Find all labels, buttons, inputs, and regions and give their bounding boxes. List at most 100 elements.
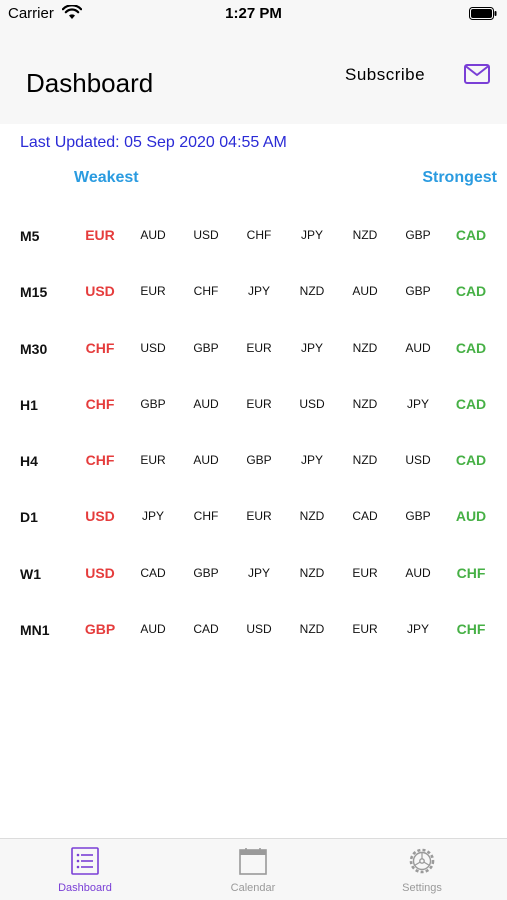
currency-cell: AUD	[405, 565, 431, 580]
status-bar: Carrier 1:27 PM	[0, 0, 507, 26]
currency-cell: GBP	[193, 565, 219, 580]
currency-cell: AUD	[193, 453, 219, 468]
currency-cell: GBP	[405, 284, 431, 299]
currency-cell: GBP	[193, 340, 219, 355]
strongest-currency: CAD	[455, 283, 487, 300]
weakest-currency: CHF	[85, 395, 115, 412]
table-row: H1 CHF GBP AUD EUR USD NZD JPY CAD	[0, 378, 507, 434]
tab-settings[interactable]: Settings	[362, 839, 482, 900]
currency-cell: NZD	[299, 284, 325, 299]
currency-cell: JPY	[406, 622, 429, 637]
table-row: M30 CHF USD GBP EUR JPY NZD AUD CAD	[0, 322, 507, 378]
tab-label: Calendar	[230, 882, 276, 894]
strongest-currency: AUD	[455, 508, 487, 525]
currency-cell: EUR	[246, 396, 272, 411]
status-time: 1:27 PM	[225, 5, 282, 22]
last-updated-label: Last Updated: 05 Sep 2020 04:55 AM	[20, 134, 287, 151]
strongest-currency: CAD	[455, 339, 487, 356]
strongest-currency: CHF	[456, 564, 486, 581]
currency-cell: AUD	[352, 284, 378, 299]
list-icon	[71, 847, 99, 875]
tab-label: Settings	[402, 882, 442, 894]
timeframe-label: W1	[20, 565, 41, 582]
table-row: D1 USD JPY CHF EUR NZD CAD GBP AUD	[0, 490, 507, 546]
currency-cell: JPY	[300, 228, 323, 242]
tab-dashboard[interactable]: Dashboard	[25, 839, 145, 900]
table-row: M15 USD EUR CHF JPY NZD AUD GBP CAD	[0, 265, 507, 321]
currency-cell: EUR	[352, 622, 378, 637]
weakest-label: Weakest	[74, 169, 139, 186]
currency-cell: NZD	[352, 228, 378, 242]
currency-cell: CAD	[193, 622, 219, 637]
subscribe-button[interactable]: Subscribe	[345, 65, 425, 85]
currency-cell: USD	[246, 622, 272, 637]
currency-cell: USD	[140, 340, 166, 355]
currency-cell: NZD	[299, 565, 325, 580]
calendar-icon	[239, 848, 267, 875]
currency-cell: CHF	[246, 228, 272, 242]
weakest-currency: USD	[85, 508, 115, 525]
strongest-currency: CAD	[455, 452, 487, 469]
strength-table: M5 EUR AUD USD CHF JPY NZD GBP CAD M15 U…	[0, 209, 507, 659]
currency-cell: AUD	[193, 396, 219, 411]
currency-cell: EUR	[140, 453, 166, 468]
currency-cell: JPY	[300, 453, 323, 468]
battery-icon	[469, 7, 497, 20]
currency-cell: USD	[193, 228, 219, 242]
currency-cell: EUR	[352, 565, 378, 580]
timeframe-label: MN1	[20, 622, 50, 639]
currency-cell: AUD	[405, 340, 431, 355]
currency-cell: USD	[299, 396, 325, 411]
weakest-currency: CHF	[85, 339, 115, 356]
gear-icon	[409, 848, 435, 874]
currency-cell: JPY	[247, 565, 270, 580]
currency-cell: GBP	[405, 228, 431, 242]
strongest-currency: CHF	[456, 621, 486, 638]
timeframe-label: D1	[20, 509, 38, 526]
weakest-currency: CHF	[85, 452, 115, 469]
strongest-label: Strongest	[422, 169, 497, 186]
currency-cell: GBP	[140, 396, 166, 411]
currency-cell: JPY	[141, 509, 164, 524]
currency-cell: NZD	[299, 509, 325, 524]
header: Dashboard Subscribe	[0, 26, 507, 124]
timeframe-label: M15	[20, 284, 48, 301]
currency-cell: JPY	[406, 396, 429, 411]
mail-icon[interactable]	[464, 64, 490, 84]
weakest-currency: GBP	[84, 621, 116, 638]
weakest-currency: USD	[85, 564, 115, 581]
currency-cell: JPY	[247, 284, 270, 299]
currency-cell: CHF	[193, 284, 219, 299]
currency-cell: CAD	[140, 565, 166, 580]
strongest-currency: CAD	[455, 227, 487, 243]
currency-cell: NZD	[299, 622, 325, 637]
weakest-currency: EUR	[85, 227, 115, 243]
currency-cell: GBP	[405, 509, 431, 524]
table-row: MN1 GBP AUD CAD USD NZD EUR JPY CHF	[0, 603, 507, 659]
currency-cell: AUD	[140, 622, 166, 637]
strongest-currency: CAD	[455, 395, 487, 412]
currency-cell: AUD	[140, 228, 166, 242]
currency-cell: JPY	[300, 340, 323, 355]
currency-cell: EUR	[246, 509, 272, 524]
currency-cell: EUR	[246, 340, 272, 355]
currency-cell: EUR	[140, 284, 166, 299]
timeframe-label: M5	[20, 228, 40, 244]
tab-bar: Dashboard Calendar Settings	[0, 838, 507, 900]
page-title: Dashboard	[26, 68, 154, 98]
currency-cell: NZD	[352, 340, 378, 355]
timeframe-label: H1	[20, 396, 38, 413]
table-row: M5 EUR AUD USD CHF JPY NZD GBP CAD	[0, 209, 507, 265]
table-row: W1 USD CAD GBP JPY NZD EUR AUD CHF	[0, 547, 507, 603]
currency-cell: NZD	[352, 453, 378, 468]
currency-cell: USD	[405, 453, 431, 468]
currency-cell: CHF	[193, 509, 219, 524]
currency-cell: NZD	[352, 396, 378, 411]
tab-label: Dashboard	[58, 882, 112, 894]
timeframe-label: M30	[20, 340, 48, 357]
currency-cell: CAD	[352, 509, 378, 524]
currency-cell: GBP	[246, 453, 272, 468]
weakest-currency: USD	[85, 283, 115, 300]
table-row: H4 CHF EUR AUD GBP JPY NZD USD CAD	[0, 434, 507, 490]
tab-calendar[interactable]: Calendar	[193, 839, 313, 900]
